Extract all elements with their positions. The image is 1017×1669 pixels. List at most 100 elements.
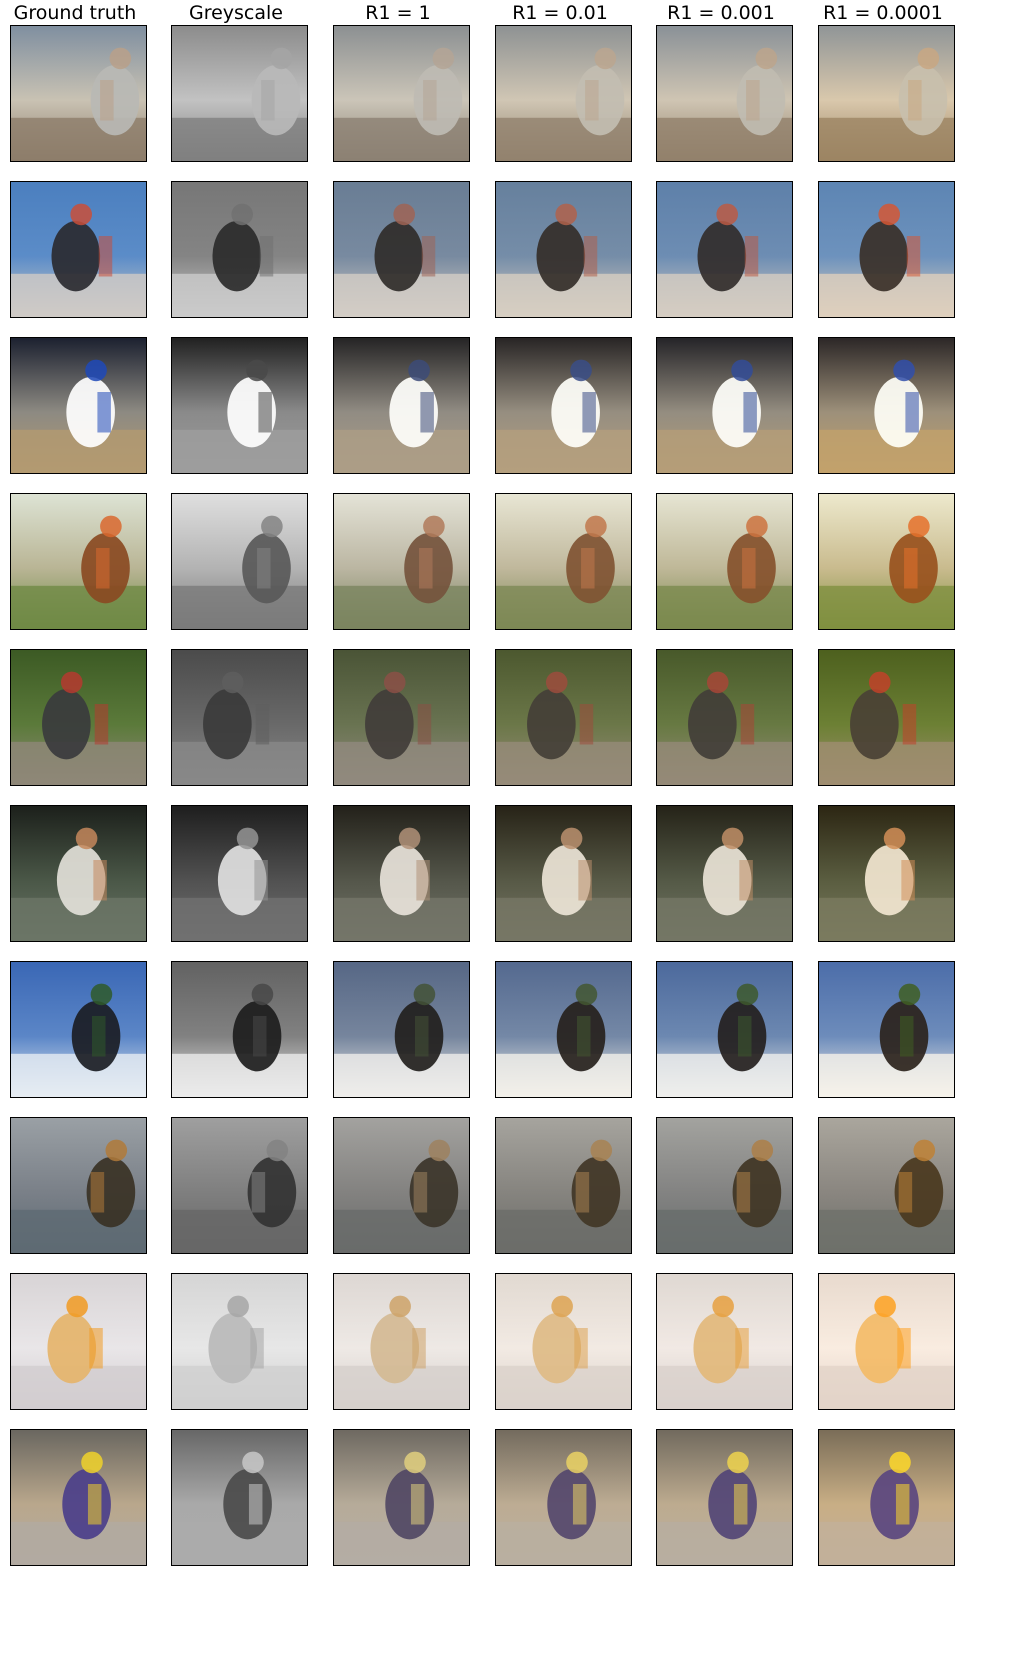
image-thumbnail	[496, 962, 631, 1097]
image-thumbnail	[334, 182, 469, 317]
image-thumbnail	[657, 806, 792, 941]
image-thumbnail	[496, 1274, 631, 1409]
image-cell	[171, 961, 308, 1098]
image-cell	[171, 337, 308, 474]
image-thumbnail	[172, 1118, 307, 1253]
image-cell	[10, 337, 147, 474]
column-title: Greyscale	[188, 2, 283, 24]
image-thumbnail	[334, 1118, 469, 1253]
image-cell	[656, 493, 793, 630]
column-title: R1 = 1	[365, 2, 431, 24]
image-thumbnail	[334, 806, 469, 941]
image-thumbnail	[11, 1274, 146, 1409]
image-thumbnail	[11, 494, 146, 629]
image-thumbnail	[172, 962, 307, 1097]
image-thumbnail	[496, 1430, 631, 1565]
image-thumbnail	[819, 962, 954, 1097]
image-cell	[495, 181, 632, 318]
image-thumbnail	[172, 1274, 307, 1409]
image-thumbnail	[819, 806, 954, 941]
image-thumbnail	[496, 806, 631, 941]
image-cell	[818, 493, 955, 630]
image-thumbnail	[334, 962, 469, 1097]
image-thumbnail	[334, 338, 469, 473]
image-cell	[656, 25, 793, 162]
image-cell	[495, 1117, 632, 1254]
image-thumbnail	[11, 182, 146, 317]
image-cell	[333, 1429, 470, 1566]
image-thumbnail	[496, 1118, 631, 1253]
image-cell	[10, 493, 147, 630]
column-title: R1 = 0.0001	[823, 2, 943, 24]
image-thumbnail	[334, 26, 469, 161]
image-cell	[171, 181, 308, 318]
image-thumbnail	[819, 650, 954, 785]
image-thumbnail	[496, 338, 631, 473]
image-cell	[495, 1429, 632, 1566]
image-cell	[333, 961, 470, 1098]
image-cell	[818, 181, 955, 318]
image-thumbnail	[11, 1118, 146, 1253]
image-thumbnail	[334, 494, 469, 629]
image-cell	[10, 1429, 147, 1566]
image-cell	[171, 493, 308, 630]
image-cell	[495, 337, 632, 474]
image-cell	[10, 805, 147, 942]
image-thumbnail	[11, 806, 146, 941]
image-cell	[495, 649, 632, 786]
image-cell	[656, 649, 793, 786]
image-thumbnail	[657, 338, 792, 473]
image-thumbnail	[11, 26, 146, 161]
image-cell	[818, 1117, 955, 1254]
image-cell	[818, 649, 955, 786]
image-cell	[656, 1429, 793, 1566]
image-cell	[656, 1273, 793, 1410]
image-cell	[818, 1429, 955, 1566]
image-cell	[171, 1117, 308, 1254]
image-cell	[10, 25, 147, 162]
image-cell	[333, 493, 470, 630]
column-title: R1 = 0.01	[512, 2, 608, 24]
image-thumbnail	[819, 26, 954, 161]
image-thumbnail	[657, 182, 792, 317]
image-thumbnail	[11, 650, 146, 785]
image-thumbnail	[11, 338, 146, 473]
image-thumbnail	[657, 962, 792, 1097]
image-thumbnail	[172, 650, 307, 785]
image-cell	[10, 961, 147, 1098]
image-cell	[818, 337, 955, 474]
image-cell	[656, 337, 793, 474]
image-thumbnail	[11, 1430, 146, 1565]
image-cell	[10, 649, 147, 786]
image-thumbnail	[657, 650, 792, 785]
image-thumbnail	[819, 1118, 954, 1253]
image-cell	[171, 1273, 308, 1410]
image-thumbnail	[172, 806, 307, 941]
image-cell	[495, 805, 632, 942]
image-cell	[171, 649, 308, 786]
image-cell	[171, 1429, 308, 1566]
column-title: R1 = 0.001	[667, 2, 775, 24]
image-thumbnail	[334, 1274, 469, 1409]
image-cell	[818, 961, 955, 1098]
image-thumbnail	[657, 494, 792, 629]
image-cell	[333, 337, 470, 474]
image-thumbnail	[657, 26, 792, 161]
image-cell	[333, 805, 470, 942]
image-thumbnail	[496, 26, 631, 161]
image-cell	[495, 493, 632, 630]
image-cell	[333, 25, 470, 162]
image-thumbnail	[657, 1118, 792, 1253]
image-thumbnail	[819, 1274, 954, 1409]
image-cell	[818, 1273, 955, 1410]
image-cell	[171, 805, 308, 942]
image-cell	[495, 25, 632, 162]
image-thumbnail	[657, 1430, 792, 1565]
image-thumbnail	[819, 1430, 954, 1565]
image-thumbnail	[819, 182, 954, 317]
image-thumbnail	[819, 338, 954, 473]
image-thumbnail	[11, 962, 146, 1097]
image-thumbnail	[334, 1430, 469, 1565]
image-cell	[333, 181, 470, 318]
image-thumbnail	[172, 1430, 307, 1565]
